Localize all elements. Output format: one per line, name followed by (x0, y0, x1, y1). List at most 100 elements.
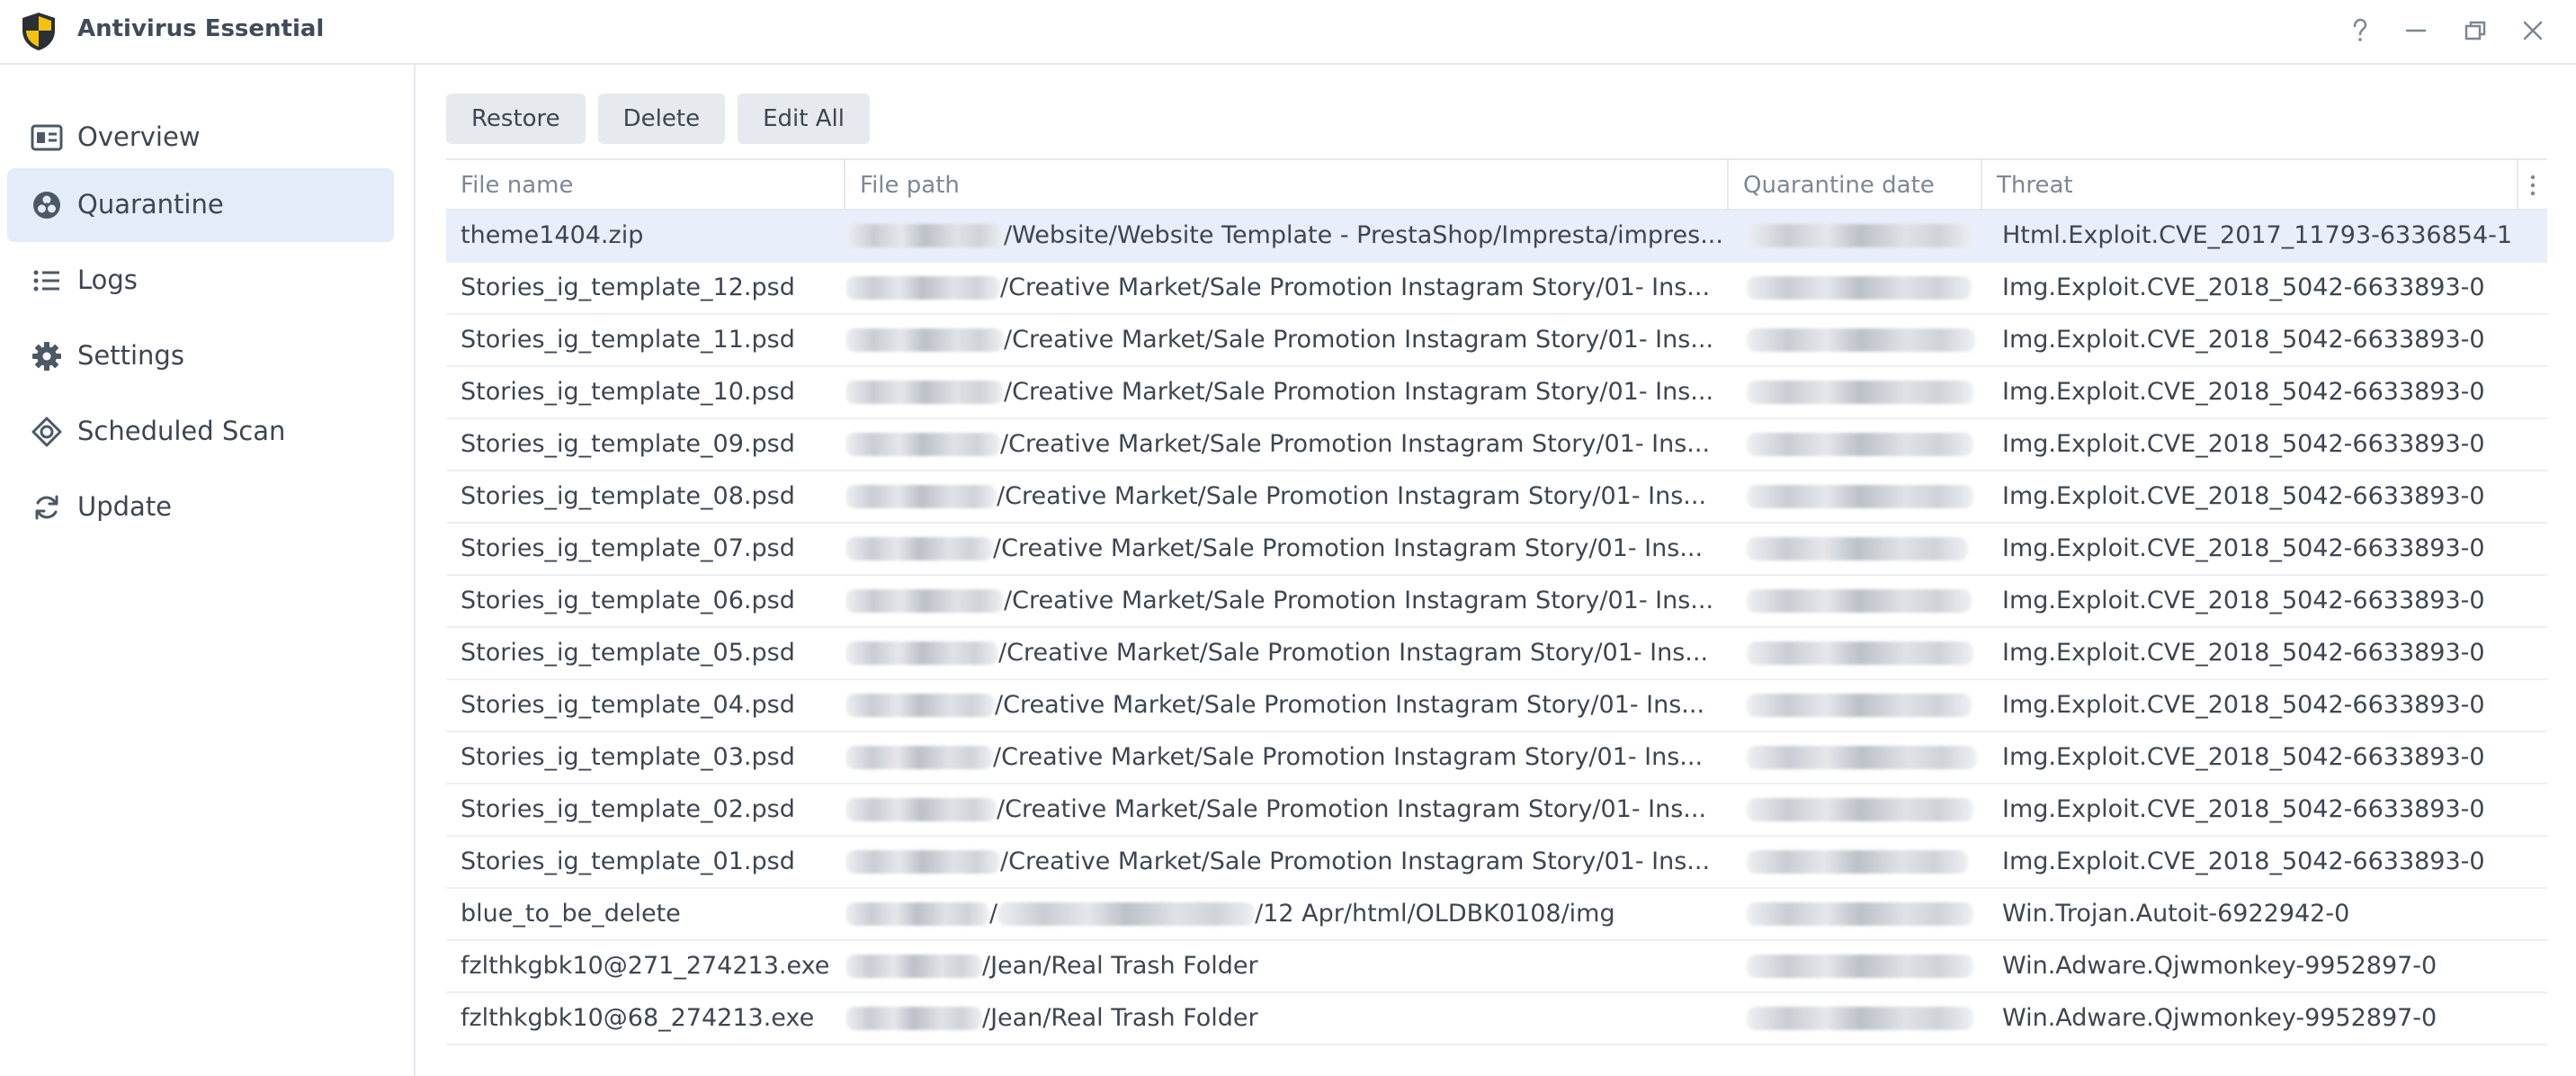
quarantine-date-cell (1734, 367, 1986, 417)
sidebar-item-scheduled-scan[interactable]: Scheduled Scan (7, 395, 394, 469)
table-body: theme1404.zip/Website/Website Template -… (446, 211, 2547, 1045)
quarantine-date-cell (1734, 211, 1986, 261)
table-row[interactable]: fzlthkgbk10@271_274213.exe/Jean/Real Tra… (446, 941, 2547, 993)
file-path-text: /Creative Market/Sale Promotion Instagra… (997, 482, 1707, 510)
sidebar-item-label: Settings (77, 340, 184, 371)
quarantine-table: File name File path Quarantine date Thre… (446, 158, 2547, 1045)
column-header-quarantine-date[interactable]: Quarantine date (1729, 160, 1982, 211)
file-name-cell: theme1404.zip (461, 221, 644, 249)
file-path-cell: / /12 Apr/html/OLDBK0108/img (845, 889, 1734, 939)
close-icon[interactable] (2515, 13, 2551, 49)
table-row[interactable]: Stories_ig_template_04.psd/Creative Mark… (446, 680, 2547, 732)
edit-all-button[interactable]: Edit All (738, 94, 870, 144)
column-menu-icon[interactable] (2517, 160, 2547, 211)
table-row[interactable]: Stories_ig_template_01.psd/Creative Mark… (446, 837, 2547, 889)
restore-button[interactable]: Restore (446, 94, 586, 144)
file-path-text: /Creative Market/Sale Promotion Instagra… (993, 743, 1704, 771)
file-path-cell: /Website/Website Template - PrestaShop/I… (845, 211, 1734, 261)
threat-cell: Img.Exploit.CVE_2018_5042-6633893-0 (2002, 795, 2485, 823)
file-path-cell: /Creative Market/Sale Promotion Instagra… (845, 471, 1734, 522)
minimize-icon[interactable] (2398, 13, 2434, 49)
table-row[interactable]: Stories_ig_template_08.psd/Creative Mark… (446, 471, 2547, 524)
table-row[interactable]: Stories_ig_template_12.psd/Creative Mark… (446, 263, 2547, 315)
file-name-cell: Stories_ig_template_08.psd (461, 482, 795, 510)
file-path-text: /Jean/Real Trash Folder (982, 952, 1258, 980)
file-path-cell: /Creative Market/Sale Promotion Instagra… (845, 837, 1734, 887)
redacted-date (1747, 589, 1972, 613)
sidebar-item-quarantine[interactable]: Quarantine (7, 168, 394, 242)
table-row[interactable]: Stories_ig_template_11.psd/Creative Mark… (446, 315, 2547, 367)
sidebar: Overview Quarantine Logs Settings Schedu… (0, 65, 416, 1076)
file-name-cell: Stories_ig_template_09.psd (461, 430, 795, 458)
sidebar-item-overview[interactable]: Overview (7, 101, 394, 175)
file-path-cell: /Jean/Real Trash Folder (845, 993, 1734, 1044)
file-name-cell: Stories_ig_template_12.psd (461, 273, 795, 301)
quarantine-date-cell (1734, 785, 1986, 835)
table-row[interactable]: Stories_ig_template_09.psd/Creative Mark… (446, 419, 2547, 471)
restore-icon[interactable] (2457, 13, 2493, 49)
quarantine-date-cell (1734, 263, 1986, 313)
file-path-cell: /Creative Market/Sale Promotion Instagra… (845, 263, 1734, 313)
file-path-text: /Creative Market/Sale Promotion Instagra… (1000, 847, 1711, 875)
help-icon[interactable] (2342, 13, 2378, 49)
file-path-text: /Creative Market/Sale Promotion Instagra… (1004, 326, 1714, 354)
column-header-threat[interactable]: Threat (1982, 160, 2513, 211)
file-name-cell: Stories_ig_template_11.psd (461, 326, 795, 354)
redacted-path-segment (845, 902, 989, 926)
redacted-path-segment (845, 485, 997, 508)
sidebar-item-label: Scheduled Scan (77, 416, 286, 446)
file-name-cell: Stories_ig_template_05.psd (461, 639, 795, 667)
redacted-date (1747, 224, 1973, 247)
quarantine-date-cell (1734, 732, 1986, 783)
table-row[interactable]: Stories_ig_template_10.psd/Creative Mark… (446, 367, 2547, 419)
file-name-cell: Stories_ig_template_10.psd (461, 378, 795, 406)
table-row[interactable]: Stories_ig_template_03.psd/Creative Mark… (446, 732, 2547, 785)
quarantine-date-cell (1734, 315, 1986, 365)
file-path-text: /Creative Market/Sale Promotion Instagra… (998, 639, 1709, 667)
redacted-path-segment (997, 902, 1256, 926)
threat-cell: Img.Exploit.CVE_2018_5042-6633893-0 (2002, 482, 2485, 510)
biohazard-icon (31, 189, 63, 221)
file-path-text: /Creative Market/Sale Promotion Instagra… (993, 534, 1704, 562)
sidebar-item-label: Overview (77, 121, 201, 152)
file-path-text: /Creative Market/Sale Promotion Instagra… (995, 691, 1705, 719)
threat-cell: Win.Adware.Qjwmonkey-9952897-0 (2002, 952, 2437, 980)
table-row[interactable]: fzlthkgbk10@68_274213.exe/Jean/Real Tras… (446, 993, 2547, 1045)
file-name-cell: Stories_ig_template_07.psd (461, 534, 795, 562)
sidebar-item-settings[interactable]: Settings (7, 319, 394, 393)
quarantine-date-cell (1734, 837, 1986, 887)
table-row[interactable]: Stories_ig_template_07.psd/Creative Mark… (446, 524, 2547, 576)
redacted-path-segment (845, 850, 1000, 874)
threat-cell: Img.Exploit.CVE_2018_5042-6633893-0 (2002, 691, 2485, 719)
sidebar-item-logs[interactable]: Logs (7, 244, 394, 318)
file-name-cell: blue_to_be_delete (461, 900, 681, 928)
file-path-cell: /Creative Market/Sale Promotion Instagra… (845, 628, 1734, 678)
redacted-date (1747, 485, 1973, 508)
table-row[interactable]: theme1404.zip/Website/Website Template -… (446, 211, 2547, 263)
threat-cell: Img.Exploit.CVE_2018_5042-6633893-0 (2002, 378, 2485, 406)
redacted-path-segment (845, 224, 1004, 247)
quarantine-date-cell (1734, 889, 1986, 939)
threat-cell: Img.Exploit.CVE_2018_5042-6633893-0 (2002, 743, 2485, 771)
threat-cell: Img.Exploit.CVE_2018_5042-6633893-0 (2002, 847, 2485, 875)
file-path-text: /Creative Market/Sale Promotion Instagra… (1000, 273, 1711, 301)
redacted-date (1747, 641, 1973, 665)
redacted-path-segment (845, 537, 993, 560)
threat-cell: Img.Exploit.CVE_2018_5042-6633893-0 (2002, 430, 2485, 458)
file-path-text: /Website/Website Template - PrestaShop/I… (1004, 221, 1723, 249)
redacted-path-segment (845, 433, 1000, 456)
threat-cell: Img.Exploit.CVE_2018_5042-6633893-0 (2002, 534, 2485, 562)
column-header-file-name[interactable]: File name (446, 160, 845, 211)
delete-button[interactable]: Delete (597, 94, 726, 144)
column-header-file-path[interactable]: File path (845, 160, 1729, 211)
table-row[interactable]: Stories_ig_template_02.psd/Creative Mark… (446, 785, 2547, 837)
sidebar-item-update[interactable]: Update (7, 471, 394, 544)
table-row[interactable]: blue_to_be_delete / /12 Apr/html/OLDBK0108… (446, 889, 2547, 941)
file-path-cell: /Creative Market/Sale Promotion Instagra… (845, 315, 1734, 365)
file-path-text: /Jean/Real Trash Folder (982, 1004, 1258, 1032)
redacted-path-segment (845, 641, 998, 665)
list-icon (31, 265, 63, 297)
table-row[interactable]: Stories_ig_template_06.psd/Creative Mark… (446, 576, 2547, 628)
table-row[interactable]: Stories_ig_template_05.psd/Creative Mark… (446, 628, 2547, 680)
redacted-path-segment (845, 798, 997, 821)
